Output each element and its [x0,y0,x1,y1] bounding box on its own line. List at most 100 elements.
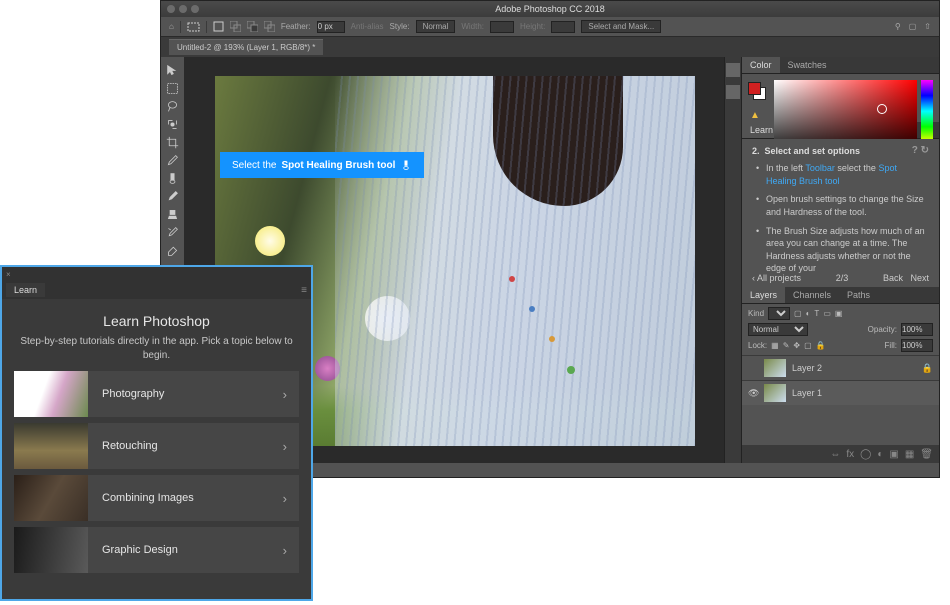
learn-floating-panel[interactable]: × Learn ≡ Learn Photoshop Step-by-step t… [0,265,313,601]
eraser-tool[interactable] [163,241,183,259]
filter-adjust-icon[interactable]: ◐ [806,309,811,318]
layer-row-1[interactable]: 👁 Layer 1 [742,380,939,405]
tab-layers[interactable]: Layers [742,287,785,303]
nav-next[interactable]: Next [910,273,929,283]
antialias-check[interactable]: Anti-alias [351,22,384,31]
mask-icon[interactable]: ◯ [860,449,871,460]
topic-thumb [14,475,88,521]
topic-retouching[interactable]: Retouching › [14,423,299,469]
close-icon[interactable]: × [6,270,11,279]
kind-select[interactable] [768,307,790,320]
topic-thumb [14,423,88,469]
app-title: Adobe Photoshop CC 2018 [495,4,605,14]
filter-image-icon[interactable]: ▢ [794,309,802,318]
titlebar[interactable]: Adobe Photoshop CC 2018 [161,1,939,17]
learn-bullet-1: In the left Toolbar select the Spot Heal… [756,162,929,187]
marquee-tool[interactable] [163,79,183,97]
group-icon[interactable]: ▣ [889,449,898,460]
learn-title: Learn Photoshop [14,313,299,329]
lock-artboard-icon[interactable]: ▢ [804,341,812,350]
reset-icon[interactable]: ↻ [921,145,929,156]
new-layer-icon[interactable]: ▦ [905,449,914,460]
learn-bullet-2: Open brush settings to change the Size a… [756,193,929,218]
filter-type-icon[interactable]: T [814,309,819,318]
opacity-input[interactable] [901,323,933,336]
feather-input[interactable] [317,21,345,33]
workspace-icon[interactable]: ▢ [909,22,917,31]
close-dot[interactable] [167,5,175,13]
select-mask-button[interactable]: Select and Mask... [581,20,661,33]
fg-bg-swatch[interactable] [748,82,766,100]
tab-paths[interactable]: Paths [839,287,878,303]
tab-swatches[interactable]: Swatches [780,57,835,73]
move-tool[interactable] [163,61,183,79]
visibility-icon[interactable]: 👁 [748,388,758,399]
lock-pixels-icon[interactable]: ✎ [783,341,790,350]
nav-page: 2/3 [836,273,849,283]
intersect-selection-icon[interactable] [264,21,275,32]
topic-combining[interactable]: Combining Images › [14,475,299,521]
properties-panel-icon[interactable] [726,85,740,99]
chevron-right-icon: › [283,491,299,506]
fx-icon[interactable]: fx [846,449,854,460]
history-panel-icon[interactable] [726,63,740,77]
learn-tab[interactable]: Learn [6,283,45,297]
topic-label: Retouching [88,440,283,452]
clone-stamp-tool[interactable] [163,205,183,223]
feather-label: Feather: [281,22,311,31]
color-panel: ▲ [742,74,939,122]
toolbar-link[interactable]: Toolbar [805,163,835,173]
document-tab[interactable]: Untitled-2 @ 193% (Layer 1, RGB/8*) * [169,39,323,55]
minimize-dot[interactable] [179,5,187,13]
quick-select-tool[interactable] [163,115,183,133]
link-layers-icon[interactable]: ⇔ [830,449,840,460]
spot-healing-tool[interactable] [163,169,183,187]
width-label: Width: [461,22,484,31]
chevron-right-icon: › [283,543,299,558]
blend-mode-select[interactable]: Normal [748,323,808,336]
lock-position-icon[interactable]: ✥ [793,341,800,350]
crop-tool[interactable] [163,133,183,151]
zoom-dot[interactable] [191,5,199,13]
chevron-right-icon: › [283,439,299,454]
document-tabs: Untitled-2 @ 193% (Layer 1, RGB/8*) * [161,37,939,57]
nav-back[interactable]: Back [883,273,903,283]
topic-photography[interactable]: Photography › [14,371,299,417]
topic-label: Combining Images [88,492,283,504]
topic-label: Graphic Design [88,544,283,556]
home-icon[interactable]: ⌂ [169,22,174,31]
new-selection-icon[interactable] [213,21,224,32]
coach-mark-tooltip: Select the Spot Healing Brush tool [220,152,424,178]
brush-tool[interactable] [163,187,183,205]
height-label: Height: [520,22,545,31]
gamut-warning-icon[interactable]: ▲ [750,110,760,121]
fill-input[interactable] [901,339,933,352]
filter-shape-icon[interactable]: ▭ [823,309,831,318]
lock-icon: 🔒 [922,363,933,374]
layer-row-2[interactable]: Layer 2 🔒 [742,355,939,380]
topic-graphic-design[interactable]: Graphic Design › [14,527,299,573]
subtract-selection-icon[interactable] [247,21,258,32]
tab-channels[interactable]: Channels [785,287,839,303]
filter-smart-icon[interactable]: ▣ [835,309,843,318]
history-brush-tool[interactable] [163,223,183,241]
lock-all-icon[interactable]: 🔒 [816,341,826,350]
help-icon[interactable]: ? [912,145,918,156]
add-selection-icon[interactable] [230,21,241,32]
style-label: Style: [390,22,410,31]
adjustment-icon[interactable]: ◐ [877,449,883,460]
right-panels: Color Swatches ▲ Learn Libraries Adjustm… [724,57,939,463]
style-select[interactable]: Normal [416,20,456,33]
lasso-tool[interactable] [163,97,183,115]
eyedropper-tool[interactable] [163,151,183,169]
nav-all-projects[interactable]: ‹ All projects [752,273,801,283]
topic-thumb [14,527,88,573]
layers-panel: Kind ▢ ◐ T ▭ ▣ Normal Opacity: [742,304,939,463]
share-icon[interactable]: ⇧ [924,22,931,31]
panel-menu-icon[interactable]: ≡ [301,285,307,296]
search-icon[interactable]: ⚲ [895,22,901,31]
lock-transparent-icon[interactable]: ▦ [771,341,779,350]
topic-thumb [14,371,88,417]
delete-icon[interactable]: 🗑 [920,449,933,460]
tab-color[interactable]: Color [742,57,780,73]
